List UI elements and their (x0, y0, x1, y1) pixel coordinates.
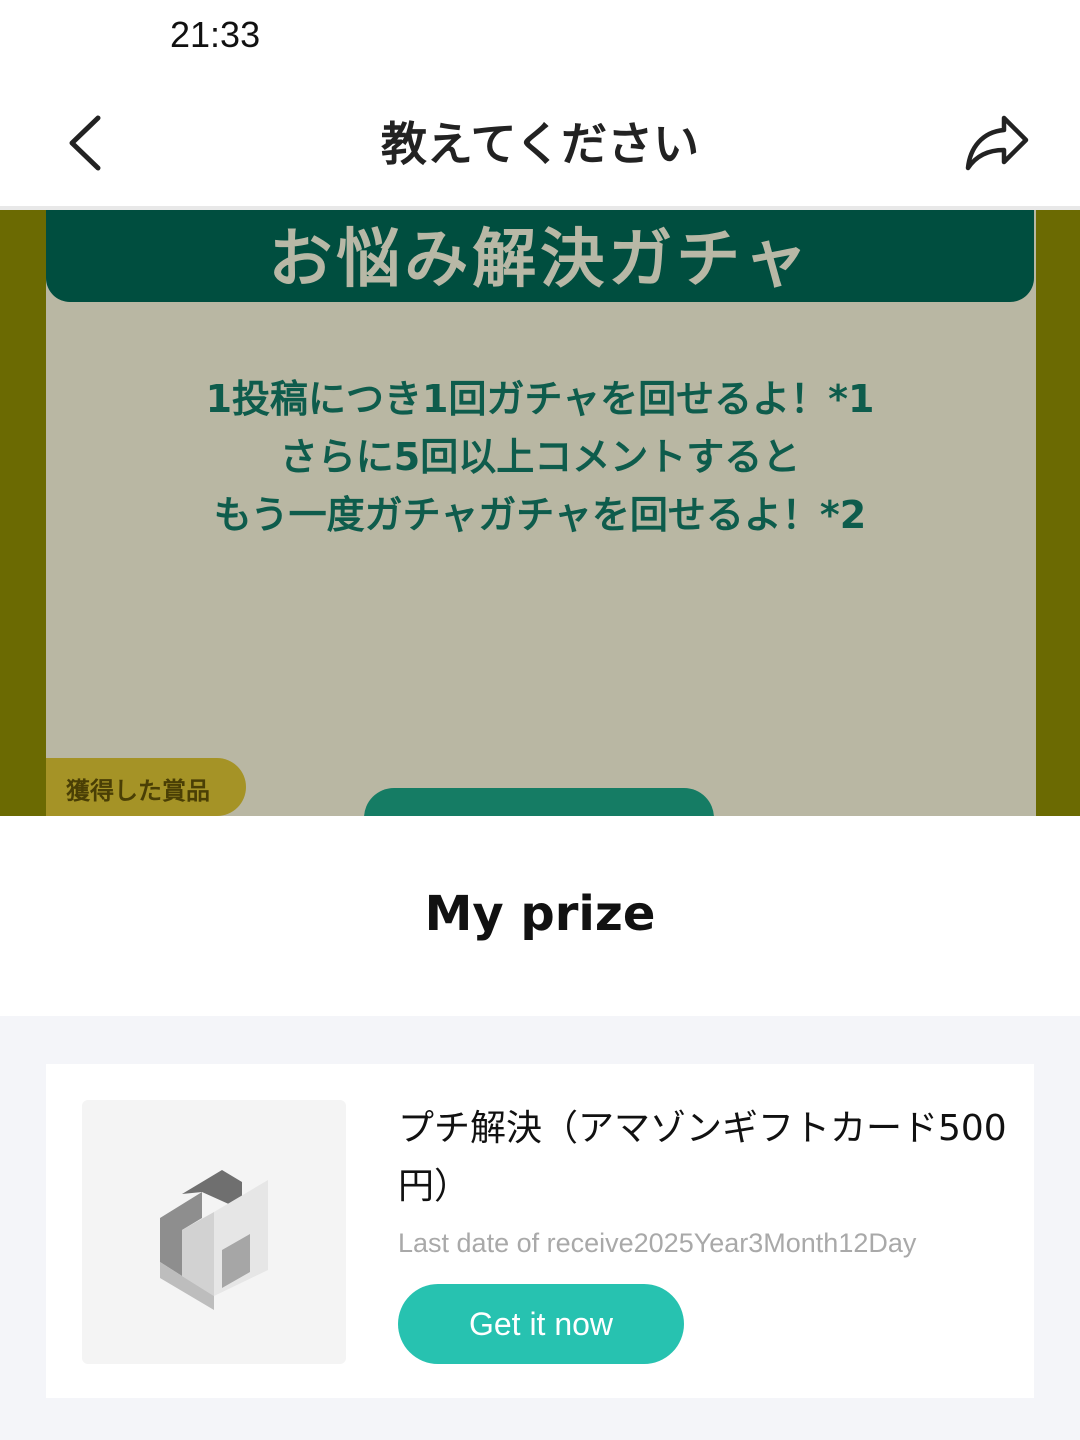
status-time: 21:33 (170, 14, 261, 55)
banner-heading: お悩み解決ガチャ (268, 223, 812, 297)
banner-header: お悩み解決ガチャ (46, 210, 1034, 302)
share-arrow-icon (965, 115, 1029, 171)
banner-line: 1投稿につき1回ガチャを回せるよ！*1 (205, 377, 875, 421)
prize-card: プチ解決（アマゾンギフトカード500円） Last date of receiv… (46, 1064, 1034, 1398)
gacha-machine-top (364, 788, 714, 816)
gacha-banner[interactable]: お悩み解決ガチャ 1投稿につき1回ガチャを回せるよ！*1 さらに5回以上コメント… (0, 210, 1080, 816)
prize-name: プチ解決（アマゾンギフトカード500円） (398, 1108, 1007, 1207)
won-prizes-tag: 獲得した賞品 (46, 758, 246, 816)
placeholder-cube-icon (160, 1170, 268, 1310)
my-prize-section-header: My prize (0, 816, 1080, 1016)
my-prize-title: My prize (424, 886, 656, 942)
banner-line: もう一度ガチャガチャを回せるよ！*2 (213, 493, 867, 537)
status-bar: 21:33 (0, 0, 1080, 80)
banner-line: さらに5回以上コメントすると (279, 435, 801, 479)
page-title: 教えてください (380, 117, 700, 171)
won-prizes-label: 獲得した賞品 (66, 777, 210, 805)
prize-thumbnail (82, 1100, 346, 1364)
share-button[interactable] (960, 110, 1034, 176)
banner-description: 1投稿につき1回ガチャを回せるよ！*1 さらに5回以上コメントすると もう一度ガ… (46, 370, 1034, 544)
prize-deadline: Last date of receive2025Year3Month12Day (398, 1228, 917, 1258)
get-it-now-button[interactable]: Get it now (398, 1284, 684, 1364)
navigation-bar: 教えてください (0, 80, 1080, 210)
